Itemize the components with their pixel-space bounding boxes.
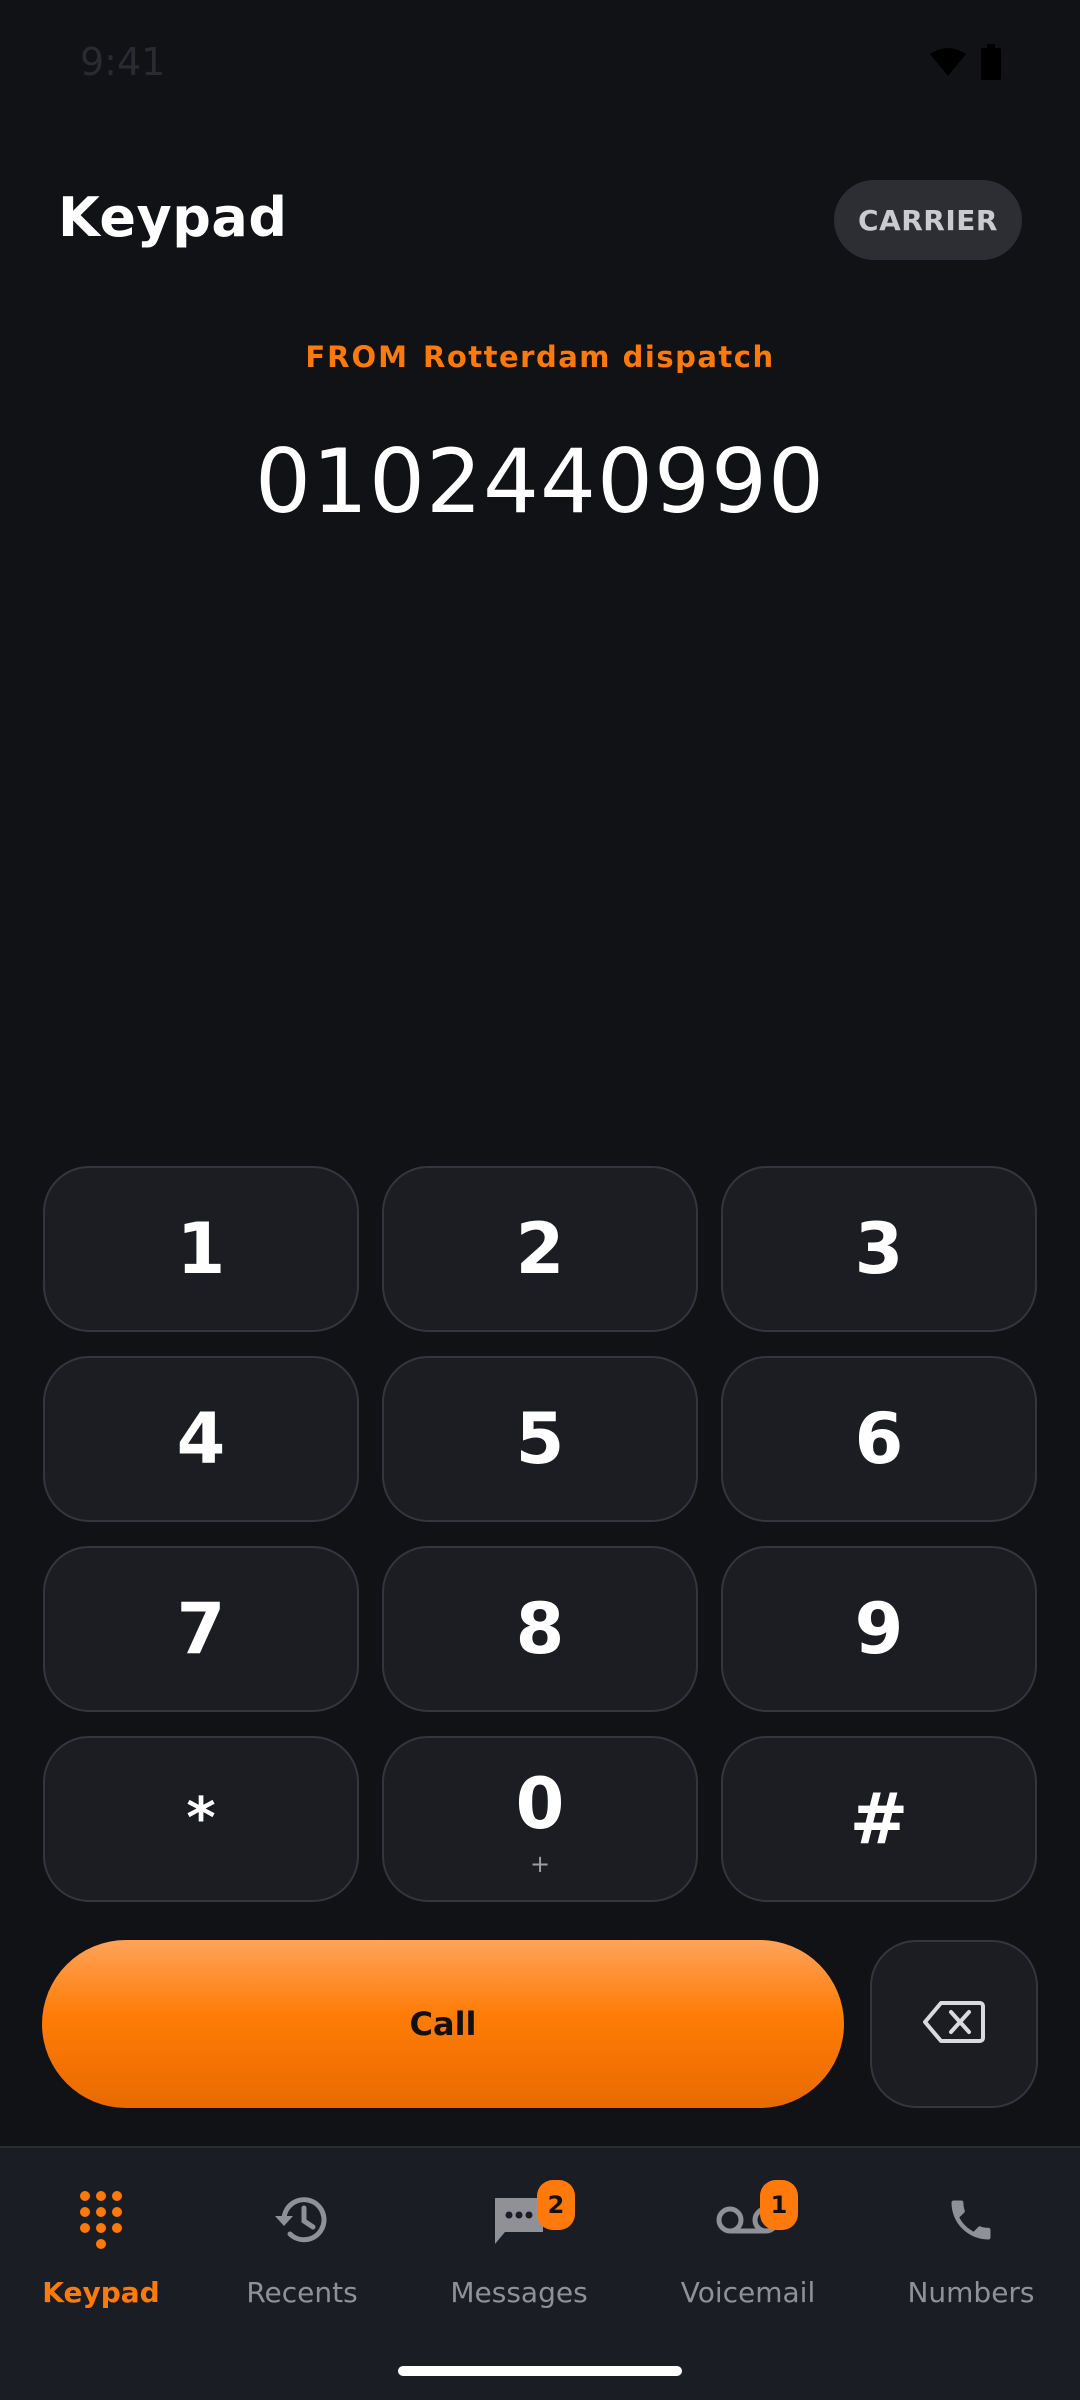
nav-label: Messages	[450, 2276, 588, 2309]
bottom-navigation: Keypad Recents 2 Messages 1 Voicemail Nu…	[0, 2146, 1080, 2400]
key-7[interactable]: 7	[43, 1546, 359, 1712]
key-digit: #	[849, 1778, 909, 1860]
home-indicator[interactable]	[398, 2366, 682, 2376]
nav-label: Numbers	[907, 2276, 1035, 2309]
key-digit: 3	[854, 1208, 904, 1290]
status-time: 9:41	[80, 40, 166, 84]
key-2[interactable]: 2	[382, 1166, 698, 1332]
nav-item-numbers[interactable]: Numbers	[871, 2186, 1071, 2309]
key-digit: 2	[515, 1208, 565, 1290]
key-digit: 7	[176, 1588, 226, 1670]
backspace-button[interactable]	[870, 1940, 1038, 2108]
key-1[interactable]: 1	[43, 1166, 359, 1332]
nav-label: Voicemail	[680, 2276, 816, 2309]
history-icon	[272, 2194, 332, 2251]
key-digit: 1	[176, 1208, 226, 1290]
dialed-number-display[interactable]: 0102440990	[0, 430, 1080, 533]
phone-icon	[945, 2194, 997, 2251]
dial-pad: 1 2 3 4 5 6 7 8 9 * 0 + #	[43, 1166, 1037, 1902]
nav-item-keypad[interactable]: Keypad	[1, 2186, 201, 2309]
key-digit: 6	[854, 1398, 904, 1480]
caller-id-line[interactable]: FROM Rotterdam dispatch	[0, 340, 1080, 374]
key-digit: 5	[515, 1398, 565, 1480]
backspace-icon	[923, 2000, 985, 2049]
keypad-dots-icon	[78, 2189, 124, 2256]
key-digit: 0	[515, 1763, 565, 1845]
wifi-icon	[928, 46, 968, 83]
messages-badge: 2	[537, 2180, 575, 2230]
key-hash[interactable]: #	[721, 1736, 1037, 1902]
key-9[interactable]: 9	[721, 1546, 1037, 1712]
key-digit: 8	[515, 1588, 565, 1670]
nav-item-recents[interactable]: Recents	[202, 2186, 402, 2309]
caller-id-prefix: FROM	[305, 340, 410, 374]
nav-label: Keypad	[42, 2276, 160, 2309]
nav-icon-container: 1	[708, 2180, 798, 2258]
nav-icon-container	[262, 2186, 342, 2258]
key-6[interactable]: 6	[721, 1356, 1037, 1522]
nav-item-voicemail[interactable]: 1 Voicemail	[648, 2180, 848, 2309]
battery-icon	[980, 44, 1002, 85]
nav-icon-container	[931, 2186, 1011, 2258]
key-digit: 4	[176, 1398, 226, 1480]
caller-id-name: Rotterdam dispatch	[423, 340, 775, 374]
status-bar: 9:41	[0, 0, 1080, 120]
status-icons	[928, 44, 1002, 85]
nav-item-messages[interactable]: 2 Messages	[419, 2180, 619, 2309]
carrier-button[interactable]: CARRIER	[834, 180, 1022, 260]
nav-icon-container	[61, 2186, 141, 2258]
key-5[interactable]: 5	[382, 1356, 698, 1522]
key-3[interactable]: 3	[721, 1166, 1037, 1332]
key-4[interactable]: 4	[43, 1356, 359, 1522]
keypad-screen: 9:41 Keypad CARRIER FROM Rotterdam dispat…	[0, 0, 1080, 2400]
nav-label: Recents	[246, 2276, 358, 2309]
key-8[interactable]: 8	[382, 1546, 698, 1712]
key-sub-label: +	[529, 1850, 551, 1878]
nav-icon-container: 2	[479, 2180, 575, 2258]
page-title: Keypad	[58, 186, 288, 249]
call-button-label: Call	[409, 2005, 477, 2043]
voicemail-badge: 1	[760, 2180, 798, 2230]
call-button[interactable]: Call	[42, 1940, 844, 2108]
key-star[interactable]: *	[43, 1736, 359, 1902]
key-digit: 9	[854, 1588, 904, 1670]
key-digit: *	[186, 1786, 216, 1851]
key-0[interactable]: 0 +	[382, 1736, 698, 1902]
